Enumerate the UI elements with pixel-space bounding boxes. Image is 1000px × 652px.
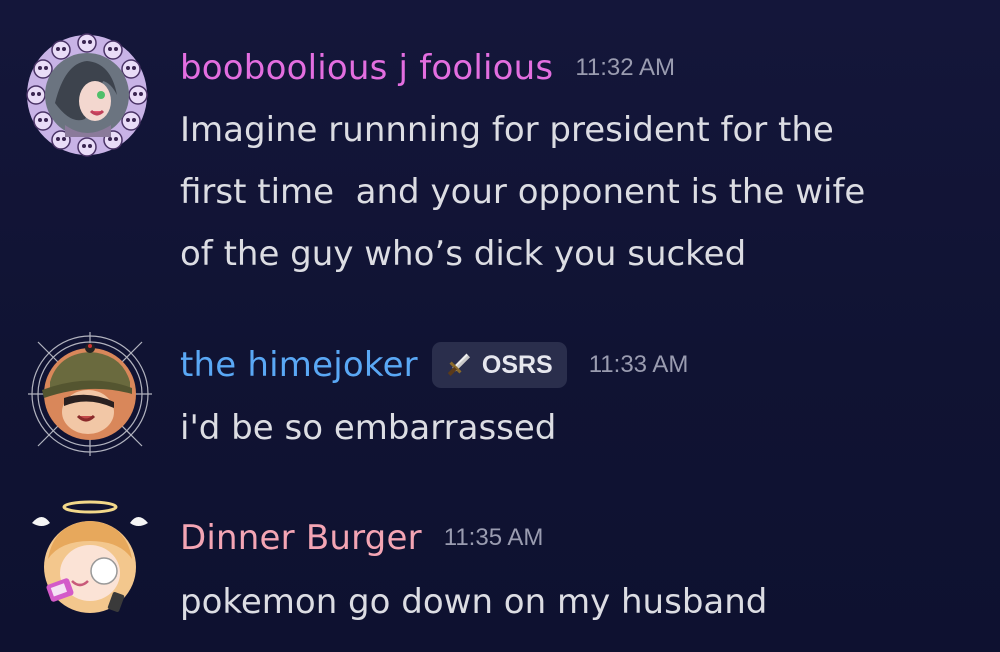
username[interactable]: the himejoker [180, 345, 418, 385]
timestamp: 11:32 AM [575, 54, 675, 81]
username[interactable]: booboolious j foolious [180, 48, 553, 88]
timestamp: 11:33 AM [588, 351, 689, 378]
message-text-line: i'd be so embarrassed [180, 408, 557, 448]
message-text-line: pokemon go down on my husband [180, 582, 768, 622]
message-text-line: Imagine runnning for president for the [180, 110, 834, 150]
message-text-line: first time and your opponent is the wife [180, 172, 866, 212]
spiderweb-avatar-icon [28, 332, 152, 456]
avatar[interactable] [25, 33, 149, 157]
avatar[interactable] [28, 332, 152, 456]
message-header: booboolious j foolious 11:32 AM [180, 48, 675, 88]
timestamp: 11:35 AM [443, 524, 544, 551]
sword-icon [447, 353, 470, 376]
message-header: the himejoker OSRS 11:33 AM [180, 342, 688, 388]
skull-ring-avatar-icon [26, 33, 148, 157]
username[interactable]: Dinner Burger [180, 518, 422, 558]
message-header: Dinner Burger 11:35 AM [180, 518, 543, 558]
message-text-line: of the guy who’s dick you sucked [180, 234, 747, 274]
role-tag-label: OSRS [481, 350, 553, 379]
avatar[interactable] [28, 497, 152, 621]
role-tag[interactable]: OSRS [431, 342, 567, 388]
angel-avatar-icon [32, 500, 148, 613]
